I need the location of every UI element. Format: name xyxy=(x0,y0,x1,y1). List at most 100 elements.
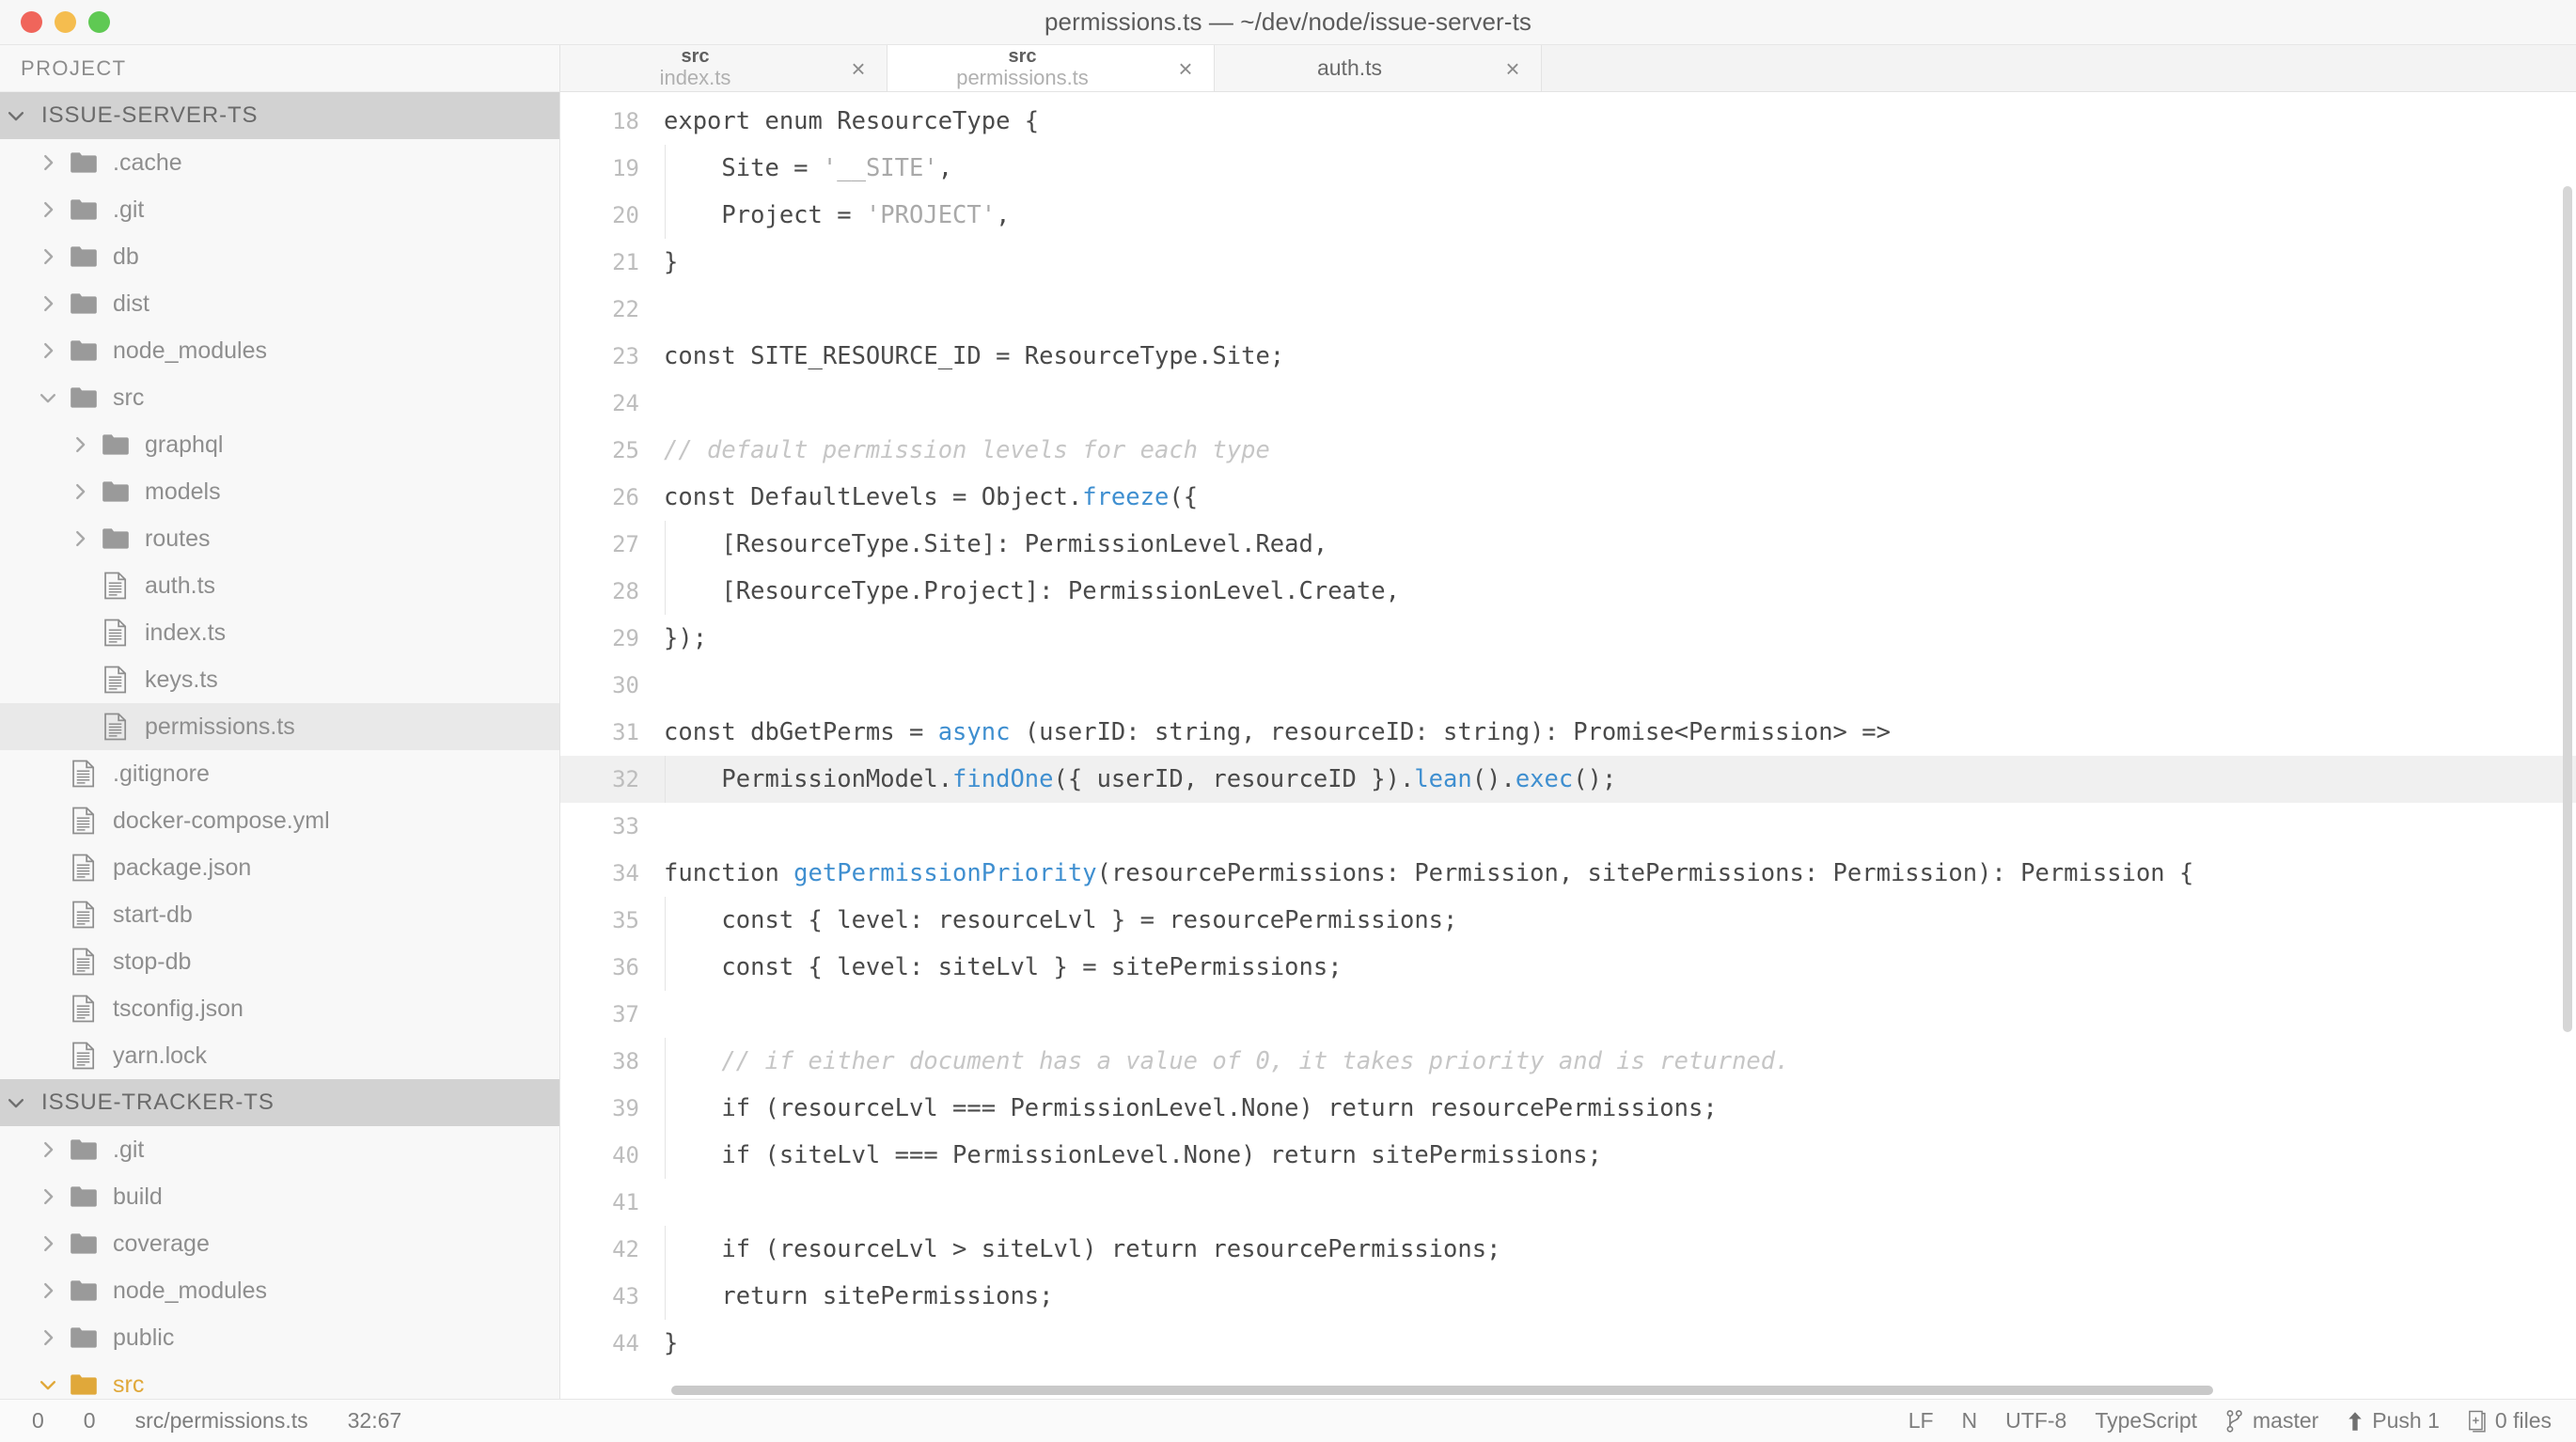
indent-indicator[interactable]: N xyxy=(1962,1408,1978,1434)
code-line[interactable]: 27 [ResourceType.Site]: PermissionLevel.… xyxy=(560,521,2576,568)
tree-item-file[interactable]: .gitignore xyxy=(0,750,559,797)
tree-item-folder[interactable]: models xyxy=(0,468,559,515)
project-header[interactable]: ISSUE-SERVER-TS xyxy=(0,92,559,139)
minimize-window-button[interactable] xyxy=(55,11,76,33)
language-indicator[interactable]: TypeScript xyxy=(2095,1408,2197,1434)
code-line[interactable]: 25// default permission levels for each … xyxy=(560,427,2576,474)
warning-count[interactable]: 0 xyxy=(84,1408,96,1434)
file-tree[interactable]: ISSUE-SERVER-TS.cache.gitdbdistnode_modu… xyxy=(0,92,559,1399)
chevron-right-icon[interactable] xyxy=(32,152,64,173)
chevron-right-icon[interactable] xyxy=(32,1327,64,1348)
encoding-indicator[interactable]: UTF-8 xyxy=(2005,1408,2066,1434)
tree-item-folder[interactable]: .git xyxy=(0,186,559,233)
tree-item-folder[interactable]: .git xyxy=(0,1126,559,1173)
tree-item-folder[interactable]: public xyxy=(0,1314,559,1361)
zoom-window-button[interactable] xyxy=(88,11,110,33)
git-branch-indicator[interactable]: master xyxy=(2225,1408,2318,1434)
code-line[interactable]: 22 xyxy=(560,286,2576,333)
code-line[interactable]: 36 const { level: siteLvl } = sitePermis… xyxy=(560,944,2576,991)
chevron-down-icon[interactable] xyxy=(32,1374,64,1395)
chevron-down-icon[interactable] xyxy=(0,105,32,126)
chevron-right-icon[interactable] xyxy=(32,293,64,314)
tree-item-folder[interactable]: .cache xyxy=(0,139,559,186)
project-header[interactable]: ISSUE-TRACKER-TS xyxy=(0,1079,559,1126)
vertical-scrollbar-thumb[interactable] xyxy=(2563,186,2572,1032)
code-line[interactable]: 43 return sitePermissions; xyxy=(560,1273,2576,1320)
code-line[interactable]: 34function getPermissionPriority(resourc… xyxy=(560,850,2576,897)
tree-item-folder[interactable]: routes xyxy=(0,515,559,562)
code-line[interactable]: 42 if (resourceLvl > siteLvl) return res… xyxy=(560,1226,2576,1273)
code-line[interactable]: 38 // if either document has a value of … xyxy=(560,1038,2576,1085)
tree-item-file[interactable]: docker-compose.yml xyxy=(0,797,559,844)
vertical-scrollbar[interactable] xyxy=(2563,186,2572,1220)
chevron-right-icon[interactable] xyxy=(64,528,96,549)
tree-item-file[interactable]: package.json xyxy=(0,844,559,891)
tree-item-folder[interactable]: build xyxy=(0,1173,559,1220)
cursor-position[interactable]: 32:67 xyxy=(348,1408,402,1434)
chevron-right-icon[interactable] xyxy=(32,246,64,267)
tab-bar[interactable]: srcindex.ts×srcpermissions.ts×auth.ts× xyxy=(560,45,2576,92)
file-path[interactable]: src/permissions.ts xyxy=(135,1408,308,1434)
chevron-down-icon[interactable] xyxy=(32,387,64,408)
editor-tab[interactable]: srcpermissions.ts× xyxy=(887,45,1215,91)
code-line[interactable]: 35 const { level: resourceLvl } = resour… xyxy=(560,897,2576,944)
code-line[interactable]: 23const SITE_RESOURCE_ID = ResourceType.… xyxy=(560,333,2576,380)
code-area[interactable]: 18export enum ResourceType {19 Site = '_… xyxy=(560,92,2576,1399)
tree-item-file[interactable]: stop-db xyxy=(0,938,559,985)
code-line[interactable]: 30 xyxy=(560,662,2576,709)
code-line[interactable]: 41 xyxy=(560,1179,2576,1226)
tab-close-icon[interactable]: × xyxy=(830,56,887,81)
line-ending-indicator[interactable]: LF xyxy=(1908,1408,1934,1434)
chevron-right-icon[interactable] xyxy=(32,1233,64,1254)
tree-item-folder[interactable]: node_modules xyxy=(0,1267,559,1314)
code-line[interactable]: 24 xyxy=(560,380,2576,427)
editor-tab[interactable]: srcindex.ts× xyxy=(560,45,887,91)
tree-item-folder[interactable]: src xyxy=(0,1361,559,1399)
chevron-right-icon[interactable] xyxy=(64,481,96,502)
error-count[interactable]: 0 xyxy=(32,1408,44,1434)
tree-item-folder[interactable]: graphql xyxy=(0,421,559,468)
code-line[interactable]: 21} xyxy=(560,239,2576,286)
chevron-down-icon[interactable] xyxy=(0,1092,32,1113)
code-line[interactable]: 28 [ResourceType.Project]: PermissionLev… xyxy=(560,568,2576,615)
code-line[interactable]: 26const DefaultLevels = Object.freeze({ xyxy=(560,474,2576,521)
horizontal-scrollbar-thumb[interactable] xyxy=(671,1386,2213,1395)
tree-item-file[interactable]: auth.ts xyxy=(0,562,559,609)
tree-item-folder[interactable]: dist xyxy=(0,280,559,327)
chevron-right-icon[interactable] xyxy=(32,1139,64,1160)
code-line[interactable]: 29}); xyxy=(560,615,2576,662)
code-line[interactable]: 19 Site = '__SITE', xyxy=(560,145,2576,192)
tab-close-icon[interactable]: × xyxy=(1157,56,1214,81)
code-line-active[interactable]: 32 PermissionModel.findOne({ userID, res… xyxy=(560,756,2576,803)
tree-item-folder[interactable]: db xyxy=(0,233,559,280)
chevron-right-icon[interactable] xyxy=(32,1186,64,1207)
chevron-right-icon[interactable] xyxy=(32,1280,64,1301)
chevron-right-icon[interactable] xyxy=(32,340,64,361)
chevron-right-icon[interactable] xyxy=(64,434,96,455)
tree-item-file[interactable]: yarn.lock xyxy=(0,1032,559,1079)
tree-item-folder[interactable]: src xyxy=(0,374,559,421)
tab-close-icon[interactable]: × xyxy=(1484,56,1541,81)
code-line[interactable]: 33 xyxy=(560,803,2576,850)
editor-tab[interactable]: auth.ts× xyxy=(1215,45,1542,91)
tree-item-folder[interactable]: node_modules xyxy=(0,327,559,374)
close-window-button[interactable] xyxy=(21,11,42,33)
tree-item-file[interactable]: keys.ts xyxy=(0,656,559,703)
code-line[interactable]: 31const dbGetPerms = async (userID: stri… xyxy=(560,709,2576,756)
code-line[interactable]: 39 if (resourceLvl === PermissionLevel.N… xyxy=(560,1085,2576,1132)
code-line[interactable]: 40 if (siteLvl === PermissionLevel.None)… xyxy=(560,1132,2576,1179)
push-indicator[interactable]: Push 1 xyxy=(2347,1408,2440,1434)
horizontal-scrollbar[interactable] xyxy=(671,1386,2563,1395)
code-line[interactable]: 37 xyxy=(560,991,2576,1038)
code-content[interactable]: 18export enum ResourceType {19 Site = '_… xyxy=(560,92,2576,1367)
code-line[interactable]: 44} xyxy=(560,1320,2576,1367)
tree-item-file[interactable]: tsconfig.json xyxy=(0,985,559,1032)
code-line[interactable]: 18export enum ResourceType { xyxy=(560,98,2576,145)
tree-item-file[interactable]: start-db xyxy=(0,891,559,938)
chevron-right-icon[interactable] xyxy=(32,199,64,220)
code-line[interactable]: 20 Project = 'PROJECT', xyxy=(560,192,2576,239)
changed-files-indicator[interactable]: 0 files xyxy=(2468,1408,2552,1434)
tree-item-folder[interactable]: coverage xyxy=(0,1220,559,1267)
tree-item-file[interactable]: permissions.ts xyxy=(0,703,559,750)
tree-item-file[interactable]: index.ts xyxy=(0,609,559,656)
